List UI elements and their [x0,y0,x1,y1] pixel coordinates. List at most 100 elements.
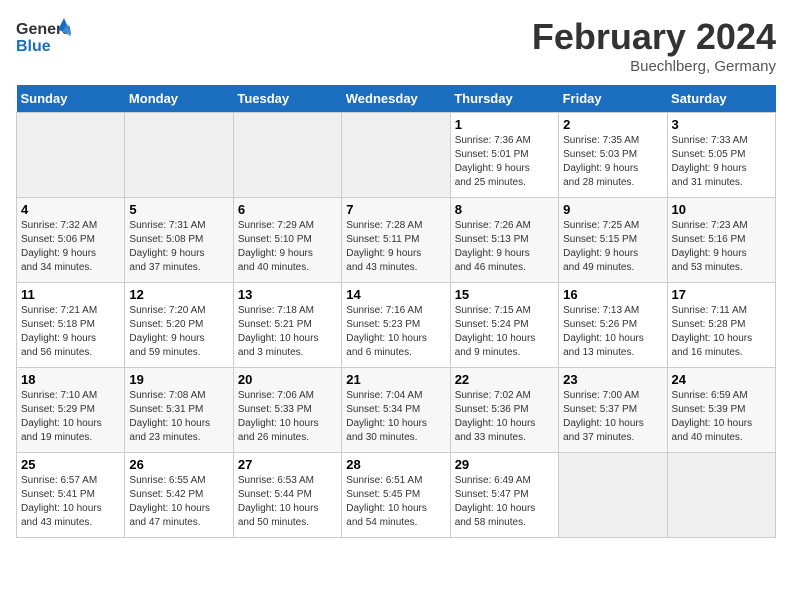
calendar-cell: 8 Sunrise: 7:26 AM Sunset: 5:13 PM Daylig… [450,198,558,283]
calendar-cell: 3 Sunrise: 7:33 AM Sunset: 5:05 PM Daylig… [667,113,775,198]
day-info: Sunrise: 7:29 AM Sunset: 5:10 PM Dayligh… [238,219,337,275]
day-number: 26 [129,457,228,472]
calendar-cell: 25Sunrise: 6:57 AM Sunset: 5:41 PM Dayli… [17,453,125,538]
day-info: Sunrise: 7:06 AM Sunset: 5:33 PM Dayligh… [238,389,337,445]
calendar-cell: 29 Sunrise: 6:49 AM Sunset: 5:47 PM Dayli… [450,453,558,538]
day-info: Sunrise: 7:04 AM Sunset: 5:34 PM Dayligh… [346,389,445,445]
day-info: Sunrise: 6:57 AM Sunset: 5:41 PM Dayligh… [21,474,120,530]
calendar-week-3: 11Sunrise: 7:21 AM Sunset: 5:18 PM Dayli… [17,283,776,368]
day-number: 14 [346,287,445,302]
calendar-cell: 4Sunrise: 7:32 AM Sunset: 5:06 PM Daylig… [17,198,125,283]
day-number: 5 [129,202,228,217]
calendar-cell [667,453,775,538]
day-info: Sunrise: 6:51 AM Sunset: 5:45 PM Dayligh… [346,474,445,530]
weekday-header-sunday: Sunday [17,85,125,113]
weekday-header-wednesday: Wednesday [342,85,450,113]
day-info: Sunrise: 7:36 AM Sunset: 5:01 PM Dayligh… [455,134,554,190]
calendar-week-5: 25Sunrise: 6:57 AM Sunset: 5:41 PM Dayli… [17,453,776,538]
day-info: Sunrise: 7:00 AM Sunset: 5:37 PM Dayligh… [563,389,662,445]
day-info: Sunrise: 7:33 AM Sunset: 5:05 PM Dayligh… [672,134,771,190]
day-info: Sunrise: 7:35 AM Sunset: 5:03 PM Dayligh… [563,134,662,190]
day-info: Sunrise: 7:20 AM Sunset: 5:20 PM Dayligh… [129,304,228,360]
day-number: 22 [455,372,554,387]
calendar-cell: 24 Sunrise: 6:59 AM Sunset: 5:39 PM Dayli… [667,368,775,453]
day-number: 8 [455,202,554,217]
day-info: Sunrise: 7:28 AM Sunset: 5:11 PM Dayligh… [346,219,445,275]
calendar-table: SundayMondayTuesdayWednesdayThursdayFrid… [16,85,776,538]
calendar-cell: 10 Sunrise: 7:23 AM Sunset: 5:16 PM Dayli… [667,198,775,283]
day-number: 23 [563,372,662,387]
day-info: Sunrise: 7:08 AM Sunset: 5:31 PM Dayligh… [129,389,228,445]
calendar-cell: 5Sunrise: 7:31 AM Sunset: 5:08 PM Daylig… [125,198,233,283]
day-info: Sunrise: 7:32 AM Sunset: 5:06 PM Dayligh… [21,219,120,275]
calendar-cell: 15Sunrise: 7:15 AM Sunset: 5:24 PM Dayli… [450,283,558,368]
calendar-cell: 1 Sunrise: 7:36 AM Sunset: 5:01 PM Daylig… [450,113,558,198]
calendar-cell: 7 Sunrise: 7:28 AM Sunset: 5:11 PM Daylig… [342,198,450,283]
page-header: General Blue February 2024 Buechlberg, G… [16,16,776,75]
day-number: 6 [238,202,337,217]
calendar-cell: 20 Sunrise: 7:06 AM Sunset: 5:33 PM Dayli… [233,368,341,453]
calendar-cell: 16 Sunrise: 7:13 AM Sunset: 5:26 PM Dayli… [559,283,667,368]
day-info: Sunrise: 7:16 AM Sunset: 5:23 PM Dayligh… [346,304,445,360]
calendar-cell: 14 Sunrise: 7:16 AM Sunset: 5:23 PM Dayli… [342,283,450,368]
day-number: 19 [129,372,228,387]
day-info: Sunrise: 6:53 AM Sunset: 5:44 PM Dayligh… [238,474,337,530]
calendar-cell: 17Sunrise: 7:11 AM Sunset: 5:28 PM Dayli… [667,283,775,368]
calendar-cell [342,113,450,198]
calendar-cell: 21Sunrise: 7:04 AM Sunset: 5:34 PM Dayli… [342,368,450,453]
day-info: Sunrise: 7:26 AM Sunset: 5:13 PM Dayligh… [455,219,554,275]
day-number: 7 [346,202,445,217]
day-info: Sunrise: 7:10 AM Sunset: 5:29 PM Dayligh… [21,389,120,445]
day-number: 13 [238,287,337,302]
calendar-cell: 11Sunrise: 7:21 AM Sunset: 5:18 PM Dayli… [17,283,125,368]
calendar-title-area: February 2024 Buechlberg, Germany [532,16,776,75]
day-number: 24 [672,372,771,387]
day-info: Sunrise: 7:13 AM Sunset: 5:26 PM Dayligh… [563,304,662,360]
calendar-cell [17,113,125,198]
calendar-cell: 26 Sunrise: 6:55 AM Sunset: 5:42 PM Dayli… [125,453,233,538]
svg-text:Blue: Blue [16,38,51,55]
weekday-header-thursday: Thursday [450,85,558,113]
day-number: 27 [238,457,337,472]
day-number: 11 [21,287,120,302]
location-subtitle: Buechlberg, Germany [532,58,776,75]
weekday-header-saturday: Saturday [667,85,775,113]
day-info: Sunrise: 7:25 AM Sunset: 5:15 PM Dayligh… [563,219,662,275]
weekday-header-tuesday: Tuesday [233,85,341,113]
day-info: Sunrise: 7:23 AM Sunset: 5:16 PM Dayligh… [672,219,771,275]
day-info: Sunrise: 7:02 AM Sunset: 5:36 PM Dayligh… [455,389,554,445]
day-number: 20 [238,372,337,387]
calendar-cell: 23 Sunrise: 7:00 AM Sunset: 5:37 PM Dayli… [559,368,667,453]
day-info: Sunrise: 7:18 AM Sunset: 5:21 PM Dayligh… [238,304,337,360]
calendar-cell: 27 Sunrise: 6:53 AM Sunset: 5:44 PM Dayli… [233,453,341,538]
calendar-cell: 18 Sunrise: 7:10 AM Sunset: 5:29 PM Dayli… [17,368,125,453]
day-number: 1 [455,117,554,132]
weekday-header-row: SundayMondayTuesdayWednesdayThursdayFrid… [17,85,776,113]
weekday-header-monday: Monday [125,85,233,113]
calendar-cell: 13 Sunrise: 7:18 AM Sunset: 5:21 PM Dayli… [233,283,341,368]
logo-image: General Blue [16,16,71,61]
day-number: 29 [455,457,554,472]
calendar-cell: 2Sunrise: 7:35 AM Sunset: 5:03 PM Daylig… [559,113,667,198]
day-number: 17 [672,287,771,302]
day-number: 28 [346,457,445,472]
month-year-title: February 2024 [532,16,776,58]
day-number: 18 [21,372,120,387]
day-number: 10 [672,202,771,217]
day-info: Sunrise: 6:59 AM Sunset: 5:39 PM Dayligh… [672,389,771,445]
calendar-cell [559,453,667,538]
calendar-header: SundayMondayTuesdayWednesdayThursdayFrid… [17,85,776,113]
calendar-cell: 19 Sunrise: 7:08 AM Sunset: 5:31 PM Dayli… [125,368,233,453]
calendar-cell [233,113,341,198]
day-info: Sunrise: 7:15 AM Sunset: 5:24 PM Dayligh… [455,304,554,360]
day-info: Sunrise: 6:49 AM Sunset: 5:47 PM Dayligh… [455,474,554,530]
day-info: Sunrise: 6:55 AM Sunset: 5:42 PM Dayligh… [129,474,228,530]
calendar-week-2: 4Sunrise: 7:32 AM Sunset: 5:06 PM Daylig… [17,198,776,283]
calendar-cell: 12Sunrise: 7:20 AM Sunset: 5:20 PM Dayli… [125,283,233,368]
day-number: 3 [672,117,771,132]
day-number: 16 [563,287,662,302]
calendar-week-1: 1 Sunrise: 7:36 AM Sunset: 5:01 PM Daylig… [17,113,776,198]
logo: General Blue [16,16,71,61]
calendar-week-4: 18 Sunrise: 7:10 AM Sunset: 5:29 PM Dayli… [17,368,776,453]
weekday-header-friday: Friday [559,85,667,113]
